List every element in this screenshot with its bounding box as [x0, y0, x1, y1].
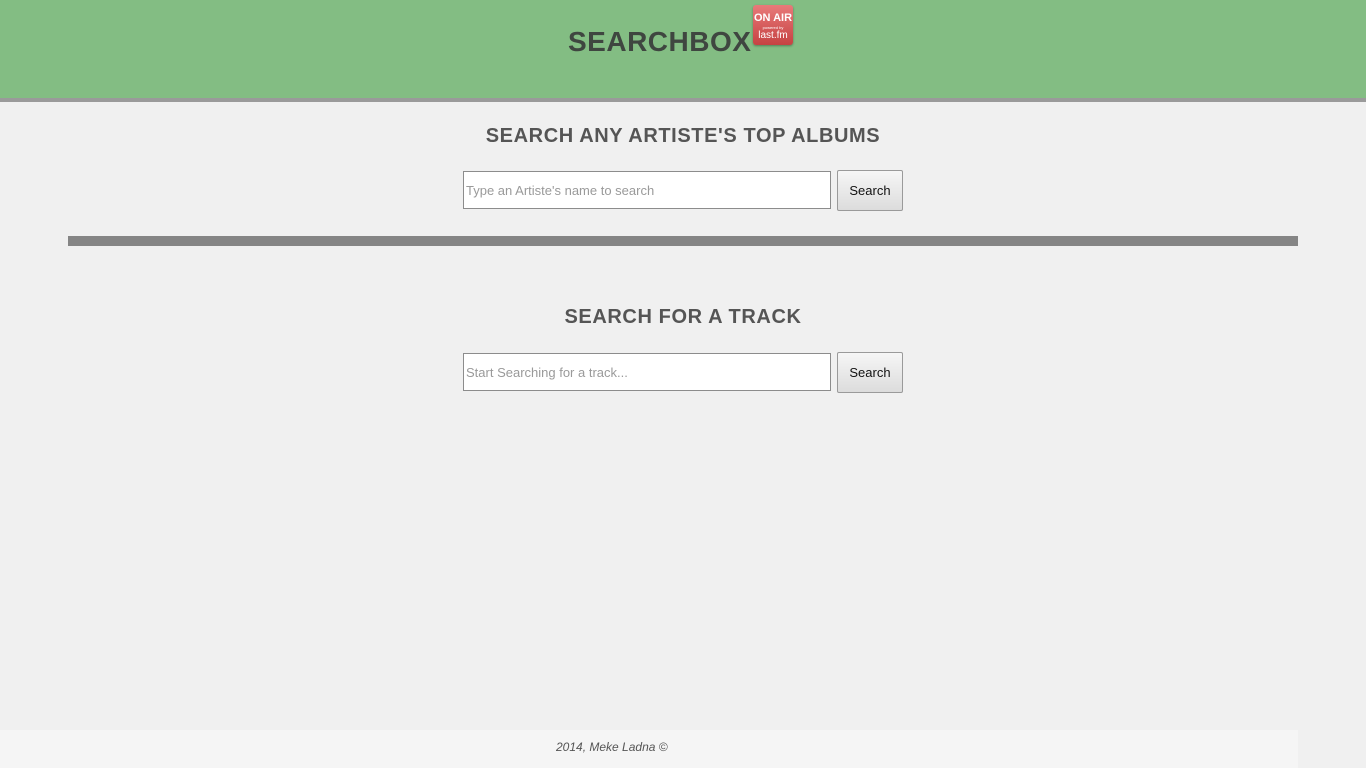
- badge-on-air-text: ON AIR: [753, 12, 793, 24]
- badge-lastfm-text: last.fm: [758, 30, 788, 41]
- site-footer: 2014, Meke Ladna ©: [0, 730, 1298, 768]
- copyright-text: 2014, Meke Ladna ©: [556, 740, 668, 754]
- site-header: SEARCHBOX ON AIR powered by last.fm: [0, 0, 1366, 102]
- site-title: SEARCHBOX: [568, 26, 752, 57]
- section-divider: [68, 236, 1298, 246]
- track-search-title: SEARCH FOR A TRACK: [564, 306, 802, 328]
- artist-search-input[interactable]: [463, 171, 831, 209]
- on-air-lastfm-badge: ON AIR powered by last.fm: [753, 5, 793, 45]
- album-search-title: SEARCH ANY ARTISTE'S TOP ALBUMS: [485, 125, 881, 147]
- track-search-input[interactable]: [463, 353, 831, 391]
- track-search-button[interactable]: Search: [837, 352, 903, 393]
- artist-search-button[interactable]: Search: [837, 170, 903, 211]
